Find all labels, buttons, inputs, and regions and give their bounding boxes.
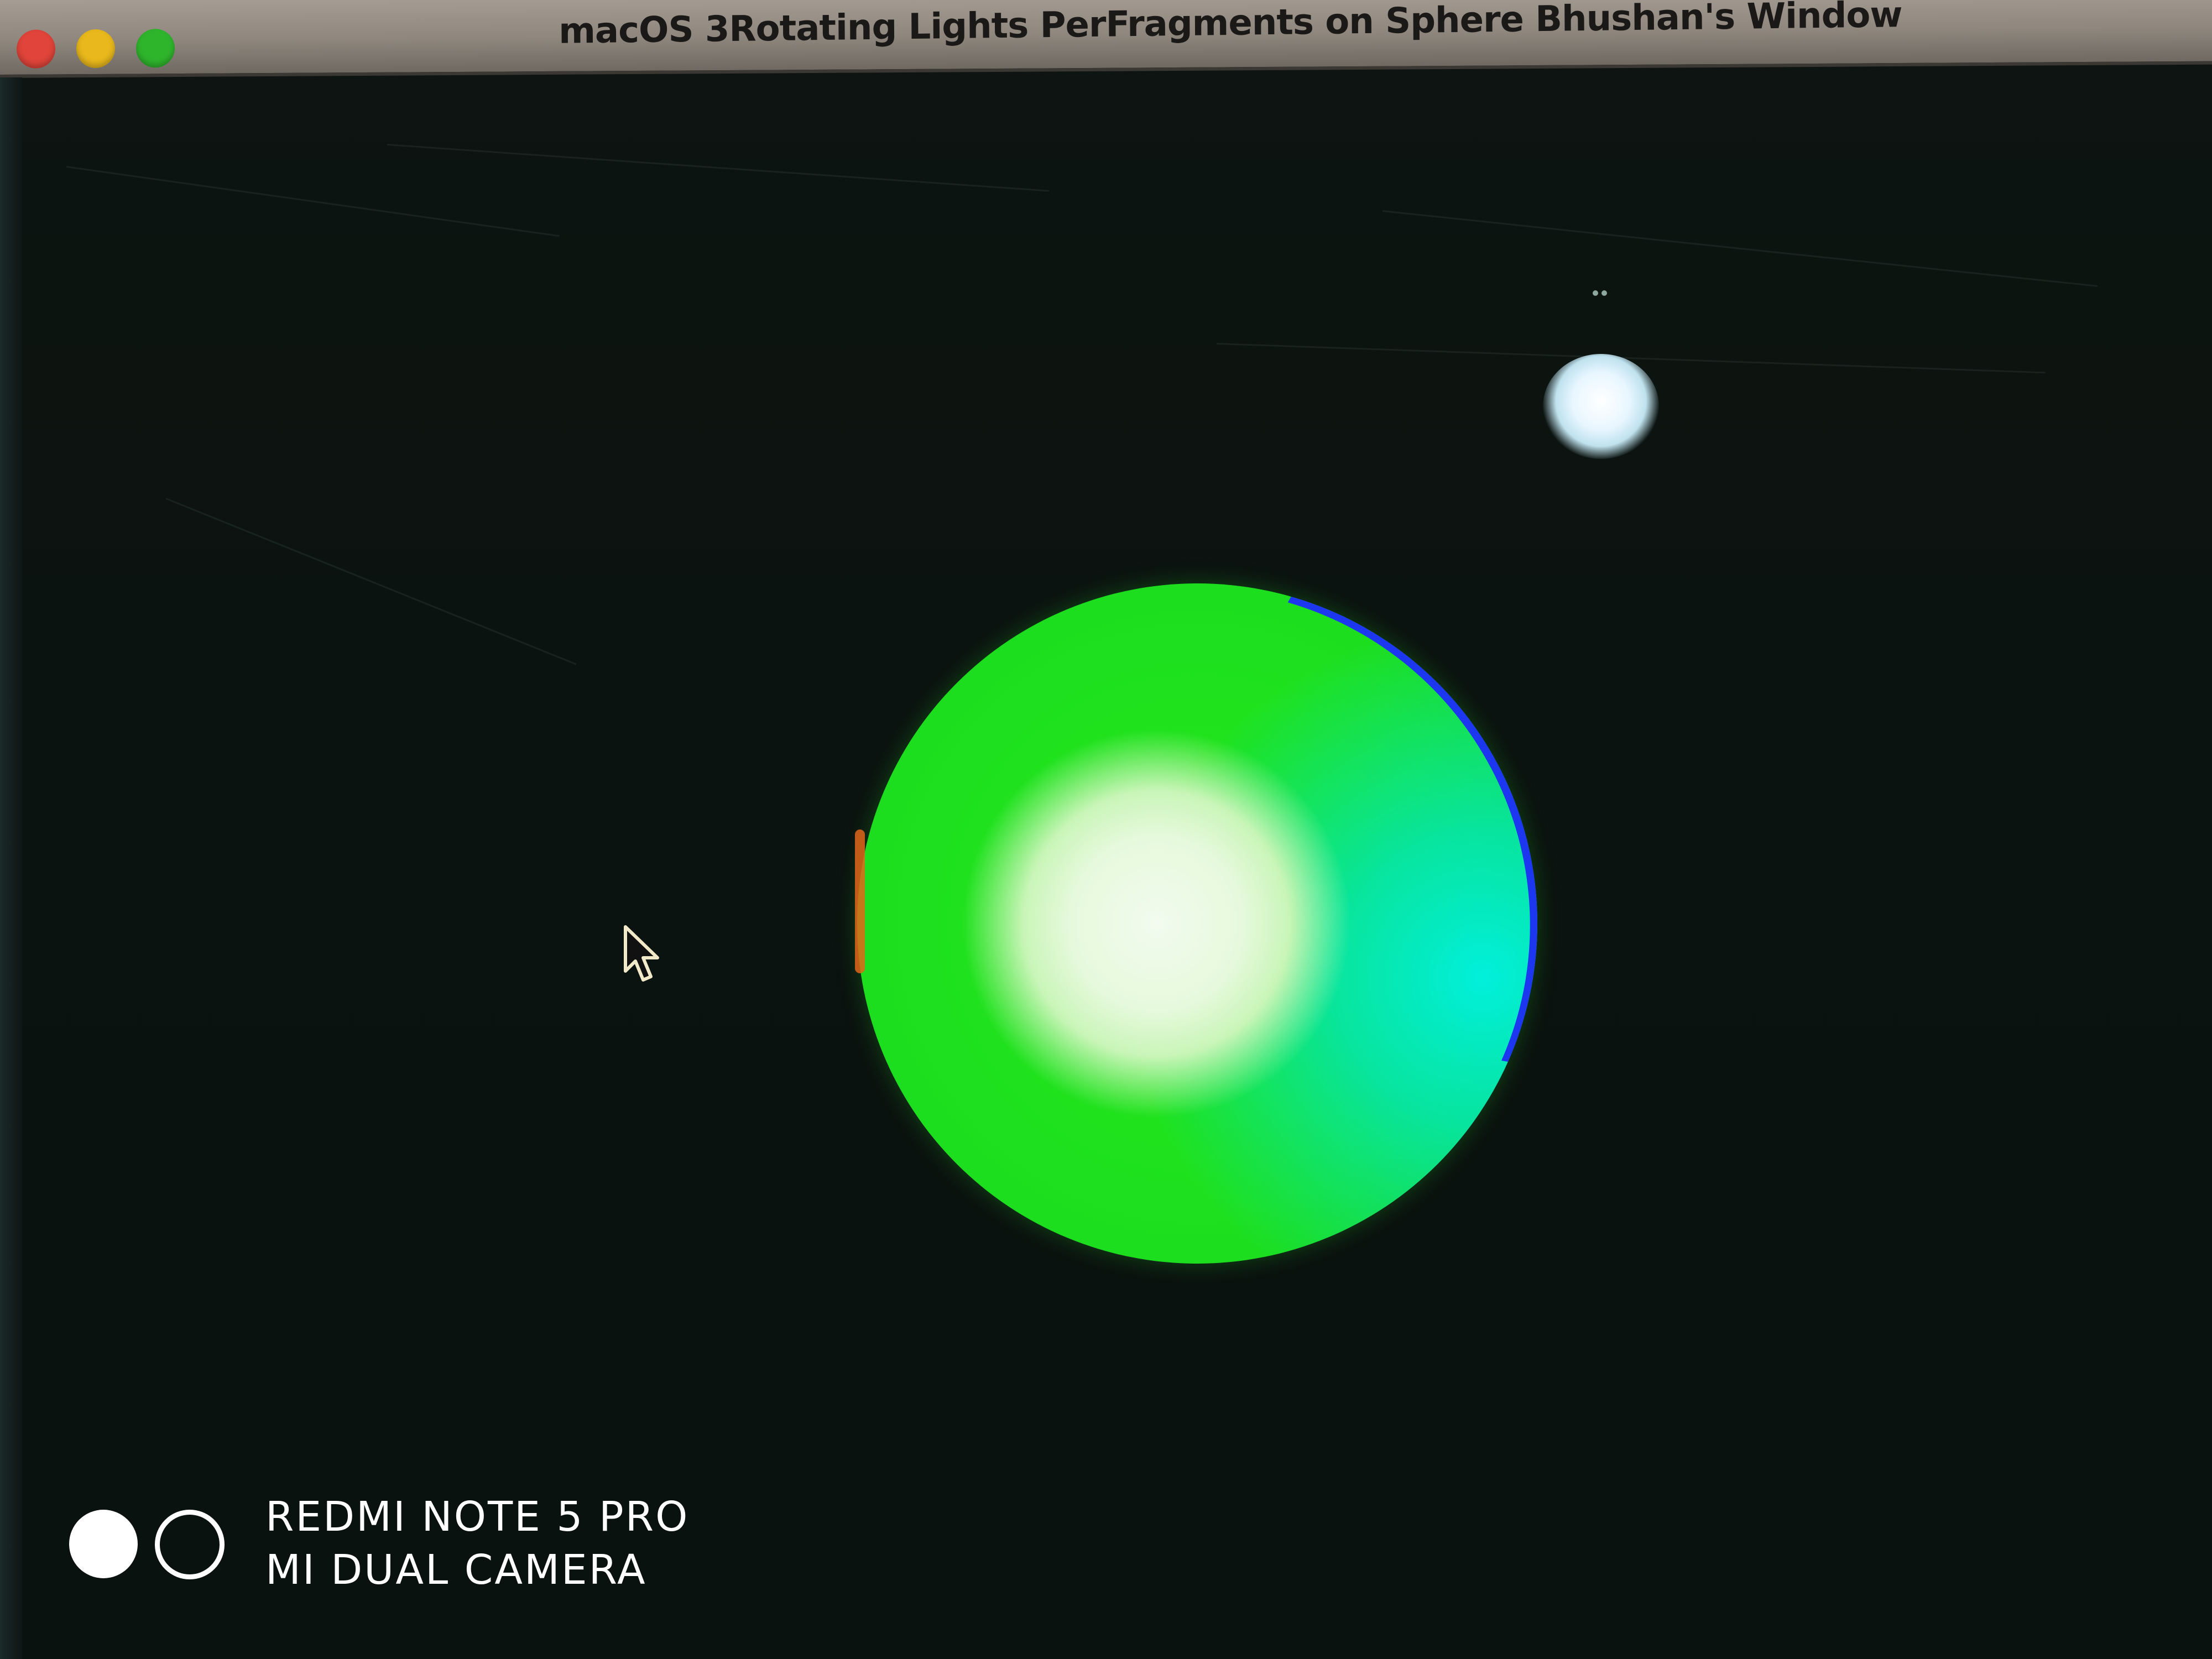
app-window: macOS 3Rotating Lights PerFragments on S…: [0, 0, 2212, 1659]
monitor-bezel-edge: [0, 77, 22, 1659]
screen-scratch: [165, 498, 577, 665]
screen-scratch: [1382, 210, 2098, 287]
minimize-button[interactable]: [76, 29, 115, 69]
camera-watermark: REDMI NOTE 5 PRO MI DUAL CAMERA: [69, 1493, 733, 1604]
watermark-line-1: REDMI NOTE 5 PRO: [265, 1493, 690, 1541]
close-button[interactable]: [17, 29, 55, 69]
watermark-ring-icon: [155, 1510, 225, 1579]
light-reflection: [1543, 354, 1659, 459]
arrow-cursor-icon: [624, 925, 659, 982]
window-title: macOS 3Rotating Lights PerFragments on S…: [559, 0, 1902, 52]
maximize-button[interactable]: [136, 29, 175, 68]
watermark-line-2: MI DUAL CAMERA: [265, 1546, 647, 1594]
dust-specks: [1593, 288, 1615, 296]
sphere-red-rim-light: [855, 830, 865, 973]
screen-scratch: [66, 166, 560, 237]
photo-of-screen: macOS 3Rotating Lights PerFragments on S…: [0, 0, 2212, 1659]
screen-scratch: [387, 144, 1050, 192]
lit-sphere: [857, 583, 1537, 1264]
watermark-solid-dot-icon: [69, 1510, 138, 1578]
window-titlebar[interactable]: macOS 3Rotating Lights PerFragments on S…: [0, 0, 2212, 78]
